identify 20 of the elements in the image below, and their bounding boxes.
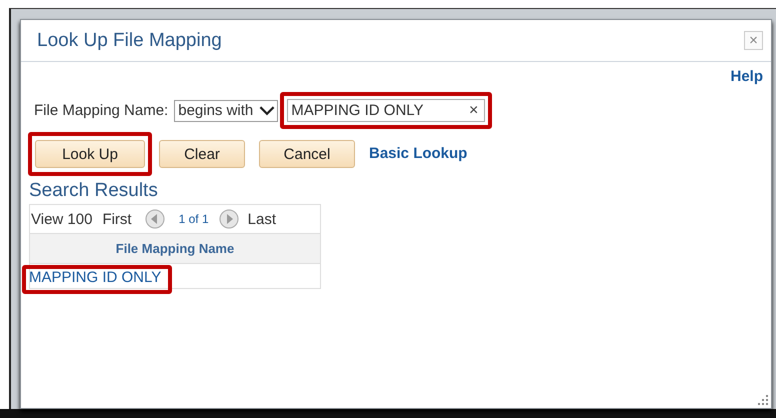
dialog-title: Look Up File Mapping [37, 30, 222, 52]
field-label: File Mapping Name: [34, 102, 168, 119]
column-header: File Mapping Name [116, 241, 234, 256]
section-title: Search Results [29, 180, 159, 202]
help-link[interactable]: Help [730, 68, 763, 88]
resize-grip-icon[interactable] [756, 393, 768, 405]
view-link[interactable]: View 100 [31, 210, 92, 228]
first-link[interactable]: First [102, 210, 132, 228]
clear-icon[interactable]: × [468, 102, 478, 120]
last-link[interactable]: Last [248, 210, 276, 228]
close-button[interactable]: × [744, 31, 763, 50]
chevron-down-icon [259, 105, 276, 116]
operator-dropdown[interactable]: begins with [174, 100, 278, 122]
page-count: 1 of 1 [178, 212, 209, 226]
search-field[interactable]: MAPPING ID ONLY × [287, 99, 486, 122]
result-link[interactable]: MAPPING ID ONLY [29, 269, 162, 286]
button[interactable]: Look Up [35, 140, 145, 168]
button[interactable]: Cancel [259, 140, 355, 168]
basic-lookup-link[interactable]: Basic Lookup [369, 145, 468, 162]
button[interactable]: Clear [159, 140, 245, 168]
